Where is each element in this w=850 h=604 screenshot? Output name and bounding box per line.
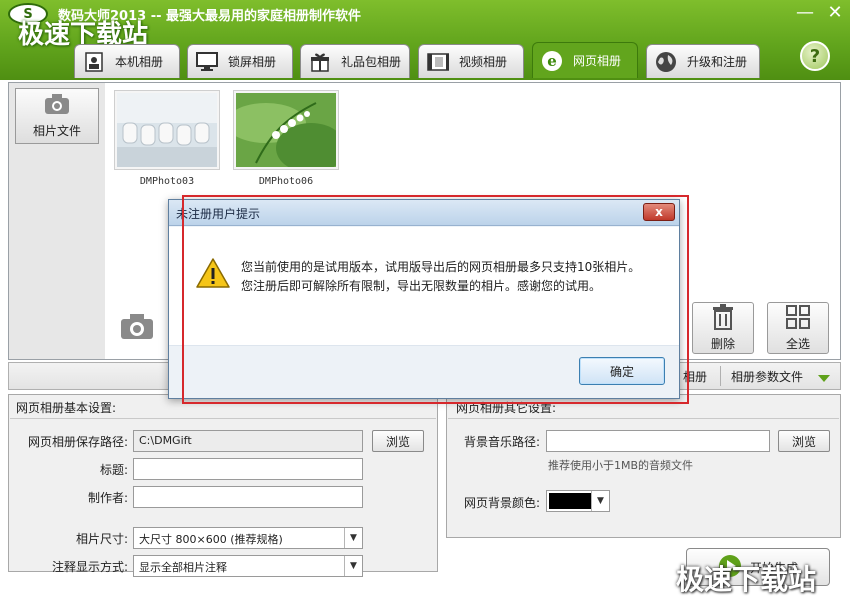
film-icon (427, 51, 449, 73)
music-hint: 推荐使用小于1MB的音频文件 (548, 459, 694, 472)
ie-icon: e (541, 50, 563, 72)
delete-button[interactable]: 删除 (692, 302, 754, 354)
tab-label: 本机相册 (115, 55, 164, 69)
save-path-label: 网页相册保存路径: (27, 435, 128, 449)
close-button[interactable]: ✕ (824, 4, 846, 24)
minimize-button[interactable]: — (794, 4, 816, 24)
music-path-label: 背景音乐路径: (463, 435, 540, 449)
chevron-down-icon[interactable] (818, 372, 830, 386)
music-path-field[interactable] (546, 430, 770, 452)
tab-label: 视频相册 (459, 55, 508, 69)
album-params-menu[interactable]: 相册参数文件 (731, 368, 803, 385)
tab-video-album[interactable]: 视频相册 (418, 44, 524, 78)
tab-local-album[interactable]: 本机相册 (74, 44, 180, 78)
color-swatch (549, 493, 591, 509)
photo-size-select[interactable]: 大尺寸 800×600 (推荐规格) (133, 527, 363, 549)
tab-label: 网页相册 (573, 54, 622, 68)
help-button[interactable]: ? (800, 41, 830, 71)
watermark-bottom: 极速下载站 (676, 563, 817, 596)
browse-button[interactable]: 浏览 (372, 430, 424, 452)
title-label: 标题: (99, 463, 128, 477)
globe-icon (655, 51, 677, 73)
tab-label: 升级和注册 (687, 55, 748, 69)
photo-book-icon (83, 51, 105, 73)
photo-size-label: 相片尺寸: (75, 532, 128, 546)
music-browse-button[interactable]: 浏览 (778, 430, 830, 452)
photo-file-button[interactable]: 相片文件 (15, 88, 99, 144)
svg-text:e: e (547, 52, 557, 70)
tab-label: 礼品包相册 (341, 55, 402, 69)
divider (448, 418, 839, 419)
divider (720, 366, 721, 386)
caption-mode-label: 注释显示方式: (51, 560, 128, 574)
highlight-frame (182, 195, 689, 404)
photo-thumbnail-2[interactable] (226, 90, 346, 173)
photo-caption-2: DMPhoto06 (258, 176, 314, 187)
select-all-button[interactable]: 全选 (767, 302, 829, 354)
author-label: 制作者: (87, 491, 128, 505)
tab-label: 锁屏相册 (228, 55, 277, 69)
tab-gift-package[interactable]: 礼品包相册 (300, 44, 410, 78)
photo-image (226, 93, 346, 173)
chevron-down-icon[interactable]: ▼ (591, 491, 609, 511)
title-field[interactable] (133, 458, 363, 480)
basic-settings-heading: 网页相册基本设置: (16, 401, 117, 415)
monitor-icon (196, 51, 218, 73)
camera-icon (44, 93, 70, 118)
photo-caption-1: DMPhoto03 (139, 176, 195, 187)
bg-color-label: 网页背景颜色: (463, 496, 540, 510)
author-field[interactable] (133, 486, 363, 508)
grid-icon (785, 304, 811, 333)
photo-file-label: 相片文件 (32, 124, 81, 138)
delete-label: 删除 (710, 337, 735, 351)
select-all-label: 全选 (785, 337, 810, 351)
tab-lock-screen[interactable]: 锁屏相册 (187, 44, 293, 78)
caption-mode-select[interactable]: 显示全部相片注释 (133, 555, 363, 577)
camera-icon (112, 304, 162, 348)
save-path-field[interactable]: C:\DMGift (133, 430, 363, 452)
photo-thumbnail-1[interactable] (114, 90, 220, 170)
chevron-down-icon[interactable]: ▼ (344, 556, 362, 576)
divider (10, 418, 436, 419)
photo-image (117, 93, 217, 167)
tab-web-album[interactable]: e 网页相册 (532, 42, 638, 78)
trash-icon (710, 304, 736, 333)
gift-icon (309, 51, 331, 73)
tab-upgrade-register[interactable]: 升级和注册 (646, 44, 760, 78)
caption-mode-value: 显示全部相片注释 (139, 561, 227, 574)
chevron-down-icon[interactable]: ▼ (344, 528, 362, 548)
photo-size-value: 大尺寸 800×600 (推荐规格) (139, 533, 283, 546)
